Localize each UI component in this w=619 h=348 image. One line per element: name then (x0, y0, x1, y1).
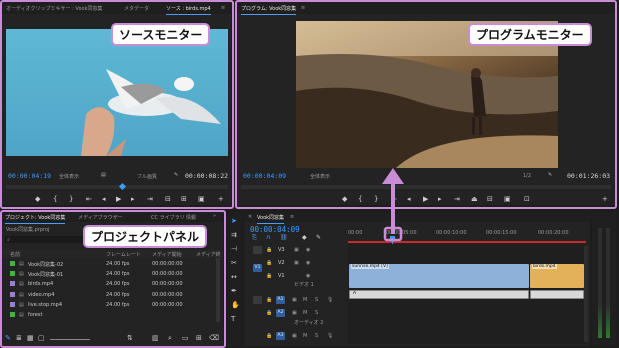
lock-icon[interactable]: 🔒 (266, 273, 272, 279)
callout-program-monitor: プログラムモニター (468, 23, 592, 46)
clip-a1-main-label: A (353, 291, 357, 296)
track-label-a2[interactable]: A2 (276, 309, 285, 317)
type-tool-icon[interactable]: T (231, 316, 235, 323)
mute-button[interactable]: M (303, 297, 307, 303)
ruler-tick-3: 00:00:15:00 (486, 230, 517, 236)
ruler-tick-2: 00:00:10:00 (436, 230, 467, 236)
add-marker-icon[interactable]: ◆ (302, 234, 307, 241)
track-label-v1: V1 (278, 273, 285, 279)
meter-right (606, 228, 610, 338)
tools-panel: ➤ ⇉ ⊣ ✂ ↔ ✒ ✋ T (228, 212, 242, 346)
track-label-v3: V3 (278, 247, 285, 253)
razor-tool-icon[interactable]: ✂ (231, 260, 237, 267)
clip-a1-end[interactable] (530, 290, 584, 299)
nest-icon[interactable]: ⎘ (252, 234, 257, 241)
track-select-tool-icon[interactable]: ⇉ (231, 232, 237, 239)
snap-icon[interactable]: ∩ (266, 234, 270, 241)
eye-icon[interactable]: ◉ (306, 247, 310, 253)
ruler-tick-0: 00:00 (348, 230, 363, 236)
timeline-toolbar: ⎘ ∩ ⛓ ◆ ✎ (250, 234, 345, 242)
tab-sequence[interactable]: Vook同窓集 (257, 214, 285, 224)
clip-v1-sunrise-label: sunrise.mp4 [V] (351, 264, 389, 269)
timeline-tabbar: ✕ Vook同窓集 ≡ (244, 212, 590, 224)
selection-tool-icon[interactable]: ➤ (231, 218, 237, 225)
clip-v1-birds[interactable]: birds.mp4 (530, 264, 584, 288)
sync-lock-icon[interactable]: ▣ (294, 260, 299, 266)
timeline-scrollbar[interactable] (584, 246, 588, 342)
ruler-tick-4: 00:00:20:00 (538, 230, 569, 236)
timeline-panel: ✕ Vook同窓集 ≡ 00:00:04:09 ⎘ ∩ ⛓ ◆ ✎ 00:00 … (244, 212, 590, 346)
track-v1: V1 V1 🔒 ビデオ 1 ◉ (244, 264, 348, 290)
audio-meters (592, 212, 617, 346)
track-a1: 🔒 A1 ▣ M S 🎙 (244, 294, 348, 307)
track-area: sunrise.mp4 [V] birds.mp4 A (348, 244, 586, 344)
lock-icon[interactable]: 🔒 (266, 297, 272, 303)
lock-icon[interactable]: 🔒 (266, 310, 272, 316)
sync-lock-icon[interactable]: ▣ (294, 247, 299, 253)
mute-button[interactable]: M (303, 310, 307, 316)
solo-button[interactable]: S (315, 310, 318, 316)
lock-icon[interactable]: 🔒 (266, 260, 272, 266)
track-a2: 🔒 A2 ▣ M S オーディオ 2 (244, 307, 348, 327)
hand-tool-icon[interactable]: ✋ (231, 302, 240, 309)
mic-icon[interactable]: 🎙 (327, 333, 333, 339)
timeline-timecode[interactable]: 00:00:04:09 (250, 225, 300, 234)
ripple-edit-tool-icon[interactable]: ⊣ (231, 246, 237, 253)
mute-button[interactable]: M (303, 333, 307, 339)
track-name-v1: ビデオ 1 (294, 282, 314, 288)
track-a3: 🔒 A3 ▣ M S 🎙 (244, 330, 348, 343)
mic-icon[interactable]: 🎙 (327, 297, 333, 303)
source-patch-a1[interactable] (253, 296, 262, 304)
source-patch-v3[interactable] (253, 246, 262, 254)
clip-v1-birds-label: birds.mp4 (532, 264, 557, 269)
sync-lock-icon[interactable]: ▣ (292, 297, 297, 303)
track-label-v2: V2 (278, 260, 285, 266)
meter-left (598, 228, 602, 338)
track-label-a1[interactable]: A1 (276, 296, 285, 304)
solo-button[interactable]: S (315, 333, 318, 339)
pen-tool-icon[interactable]: ✒ (231, 288, 237, 295)
callout-source-monitor: ソースモニター (111, 23, 211, 46)
clip-a1-main[interactable]: A (349, 290, 529, 299)
close-icon[interactable]: ✕ (248, 214, 252, 220)
eye-icon[interactable]: ◉ (306, 273, 310, 279)
track-label-a3[interactable]: A3 (276, 332, 285, 340)
eye-icon[interactable]: ◉ (306, 260, 310, 266)
panel-menu-icon[interactable]: ≡ (290, 214, 294, 220)
lock-icon[interactable]: 🔒 (266, 333, 272, 339)
clip-v1-sunrise[interactable]: sunrise.mp4 [V] (349, 264, 529, 288)
sync-lock-icon[interactable]: ▣ (292, 333, 297, 339)
connector-arrow (382, 168, 404, 242)
track-headers: V3 🔒 ▣ ◉ V2 🔒 ▣ ◉ V1 V1 🔒 ビデオ 1 ◉ 🔒 A1 ▣… (244, 244, 348, 344)
callout-project-panel: プロジェクトパネル (83, 225, 208, 248)
lock-icon[interactable]: 🔒 (266, 247, 272, 253)
sync-lock-icon[interactable]: ▣ (292, 310, 297, 316)
track-v3: V3 🔒 ▣ ◉ (244, 244, 348, 257)
wrench-icon[interactable]: ✎ (316, 234, 321, 241)
track-name-a2: オーディオ 2 (294, 320, 324, 326)
slip-tool-icon[interactable]: ↔ (231, 274, 237, 281)
linked-selection-icon[interactable]: ⛓ (280, 234, 288, 241)
source-patch-v1[interactable]: V1 (253, 264, 262, 272)
solo-button[interactable]: S (315, 297, 318, 303)
